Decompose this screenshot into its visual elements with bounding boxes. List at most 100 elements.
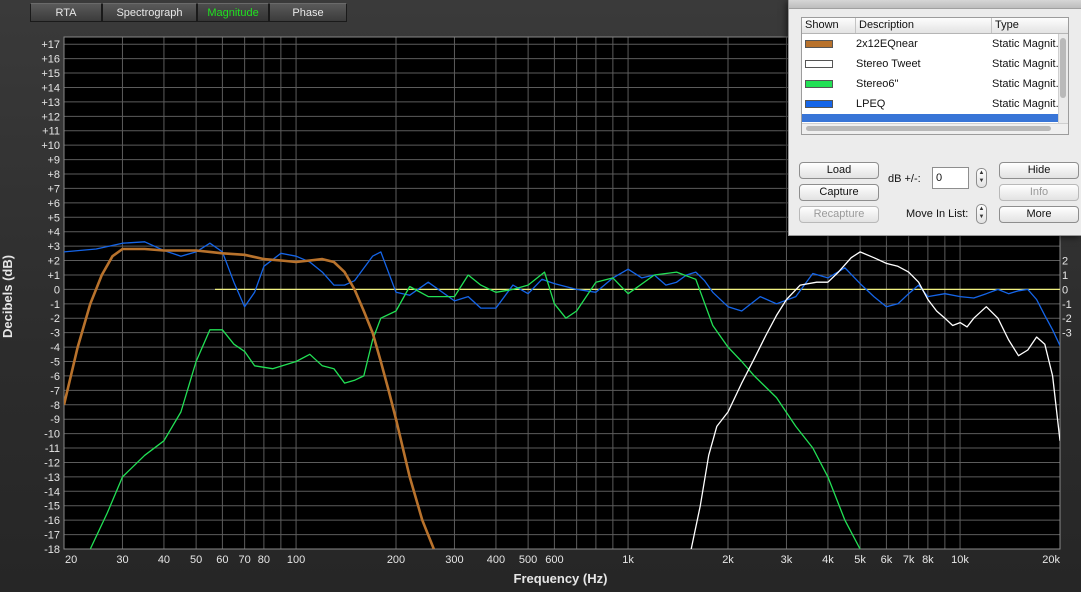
x-tick-label: 20 xyxy=(65,554,77,566)
color-swatch xyxy=(805,40,833,48)
right-tick-label: -3 xyxy=(1062,328,1072,340)
y-tick-label: -12 xyxy=(44,457,60,469)
y-tick-label: -7 xyxy=(50,385,60,397)
y-tick-label: +16 xyxy=(41,54,60,66)
more-button[interactable]: More xyxy=(999,206,1079,223)
y-tick-label: -8 xyxy=(50,400,60,412)
measurement-list[interactable]: Shown Description Type 2x12EQnear Static… xyxy=(801,17,1069,135)
y-tick-label: 0 xyxy=(54,284,60,296)
item-type: Static Magnit... xyxy=(992,98,1065,110)
item-description: LPEQ xyxy=(856,98,886,110)
y-tick-label: +12 xyxy=(41,111,60,123)
x-tick-label: 80 xyxy=(258,554,270,566)
x-tick-label: 60 xyxy=(216,554,228,566)
x-tick-label: 3k xyxy=(781,554,793,566)
list-item-selected[interactable] xyxy=(802,114,1068,122)
y-tick-label: -10 xyxy=(44,429,60,441)
x-tick-label: 70 xyxy=(239,554,251,566)
x-tick-label: 6k xyxy=(881,554,893,566)
right-tick-label: -2 xyxy=(1062,313,1072,325)
y-tick-label: +2 xyxy=(47,256,60,268)
load-button[interactable]: Load xyxy=(799,162,879,179)
y-axis-label: Decibels (dB) xyxy=(0,254,15,338)
right-tick-label: -1 xyxy=(1062,299,1072,311)
y-tick-label: +9 xyxy=(47,155,60,167)
y-tick-label: +14 xyxy=(41,82,60,94)
x-tick-label: 300 xyxy=(445,554,463,566)
recapture-button[interactable]: Recapture xyxy=(799,206,879,223)
scroll-thumb[interactable] xyxy=(806,126,1051,131)
x-tick-label: 600 xyxy=(545,554,563,566)
list-item[interactable]: Stereo Tweet Static Magnit... xyxy=(802,54,1068,74)
y-tick-label: -5 xyxy=(50,357,60,369)
x-tick-label: 200 xyxy=(387,554,405,566)
right-tick-labels: 2 1 0 -1 -2 -3 xyxy=(1062,256,1072,340)
item-description: 2x12EQnear xyxy=(856,38,918,50)
y-tick-label: -9 xyxy=(50,414,60,426)
y-tick-label: -17 xyxy=(44,530,60,542)
list-item[interactable]: 2x12EQnear Static Magnit... xyxy=(802,34,1068,54)
item-type: Static Magnit... xyxy=(992,58,1065,70)
list-item[interactable]: LPEQ Static Magnit... xyxy=(802,94,1068,114)
x-tick-label: 5k xyxy=(854,554,866,566)
x-tick-label: 40 xyxy=(158,554,170,566)
x-tick-label: 50 xyxy=(190,554,202,566)
x-tick-label: 8k xyxy=(922,554,934,566)
x-tick-label: 2k xyxy=(722,554,734,566)
y-tick-label: +1 xyxy=(47,270,60,282)
db-offset-label: dB +/-: xyxy=(888,173,921,185)
x-tick-label: 20k xyxy=(1042,554,1060,566)
color-swatch xyxy=(805,80,833,88)
x-tick-label: 500 xyxy=(519,554,537,566)
x-tick-label: 7k xyxy=(903,554,915,566)
column-shown[interactable]: Shown xyxy=(802,18,856,33)
db-offset-field[interactable] xyxy=(932,167,969,189)
right-tick-label: 1 xyxy=(1062,270,1068,282)
y-tick-label: -18 xyxy=(44,544,60,556)
y-tick-label: -3 xyxy=(50,328,60,340)
y-tick-label: -13 xyxy=(44,472,60,484)
y-tick-label: +10 xyxy=(41,140,60,152)
y-tick-label: +4 xyxy=(47,227,60,239)
x-tick-label: 10k xyxy=(951,554,969,566)
x-tick-label: 100 xyxy=(287,554,305,566)
info-button[interactable]: Info xyxy=(999,184,1079,201)
y-tick-label: +11 xyxy=(42,126,60,138)
x-tick-label: 30 xyxy=(116,554,128,566)
db-offset-stepper[interactable]: ▲ ▼ xyxy=(976,168,987,188)
panel-title-strip xyxy=(789,0,1081,9)
scroll-thumb[interactable] xyxy=(1060,38,1066,98)
y-tick-label: +6 xyxy=(47,198,60,210)
list-vertical-scrollbar[interactable] xyxy=(1058,34,1068,124)
y-tick-label: -11 xyxy=(45,443,60,455)
color-swatch xyxy=(805,60,833,68)
y-tick-label: +17 xyxy=(41,39,60,51)
x-tick-label: 4k xyxy=(822,554,834,566)
capture-button[interactable]: Capture xyxy=(799,184,879,201)
item-type: Static Magnit... xyxy=(992,38,1065,50)
x-tick-label: 400 xyxy=(487,554,505,566)
list-horizontal-scrollbar[interactable] xyxy=(802,123,1068,134)
right-tick-label: 0 xyxy=(1062,284,1068,296)
y-tick-label: -4 xyxy=(50,342,60,354)
y-tick-label: +13 xyxy=(41,97,60,109)
x-axis-label: Frequency (Hz) xyxy=(513,571,608,586)
column-description[interactable]: Description xyxy=(856,18,992,33)
y-tick-label: +7 xyxy=(47,183,60,195)
y-tick-label: +5 xyxy=(47,212,60,224)
y-tick-label: -14 xyxy=(44,486,60,498)
y-tick-label: -6 xyxy=(50,371,60,383)
list-header: Shown Description Type xyxy=(802,18,1068,34)
y-tick-label: +8 xyxy=(47,169,60,181)
y-tick-label: -16 xyxy=(44,515,60,527)
hide-button[interactable]: Hide xyxy=(999,162,1079,179)
item-description: Stereo Tweet xyxy=(856,58,921,70)
y-tick-labels: +17+16+15+14+13+12+11+10+9+8+7+6+5+4+3+2… xyxy=(41,39,60,556)
item-type: Static Magnit... xyxy=(992,78,1065,90)
move-in-list-stepper[interactable]: ▲ ▼ xyxy=(976,204,987,224)
list-item[interactable]: Stereo6" Static Magnit... xyxy=(802,74,1068,94)
y-tick-label: +3 xyxy=(47,241,60,253)
y-tick-label: -15 xyxy=(44,501,60,513)
column-type[interactable]: Type xyxy=(992,18,1068,33)
y-tick-label: +15 xyxy=(41,68,60,80)
